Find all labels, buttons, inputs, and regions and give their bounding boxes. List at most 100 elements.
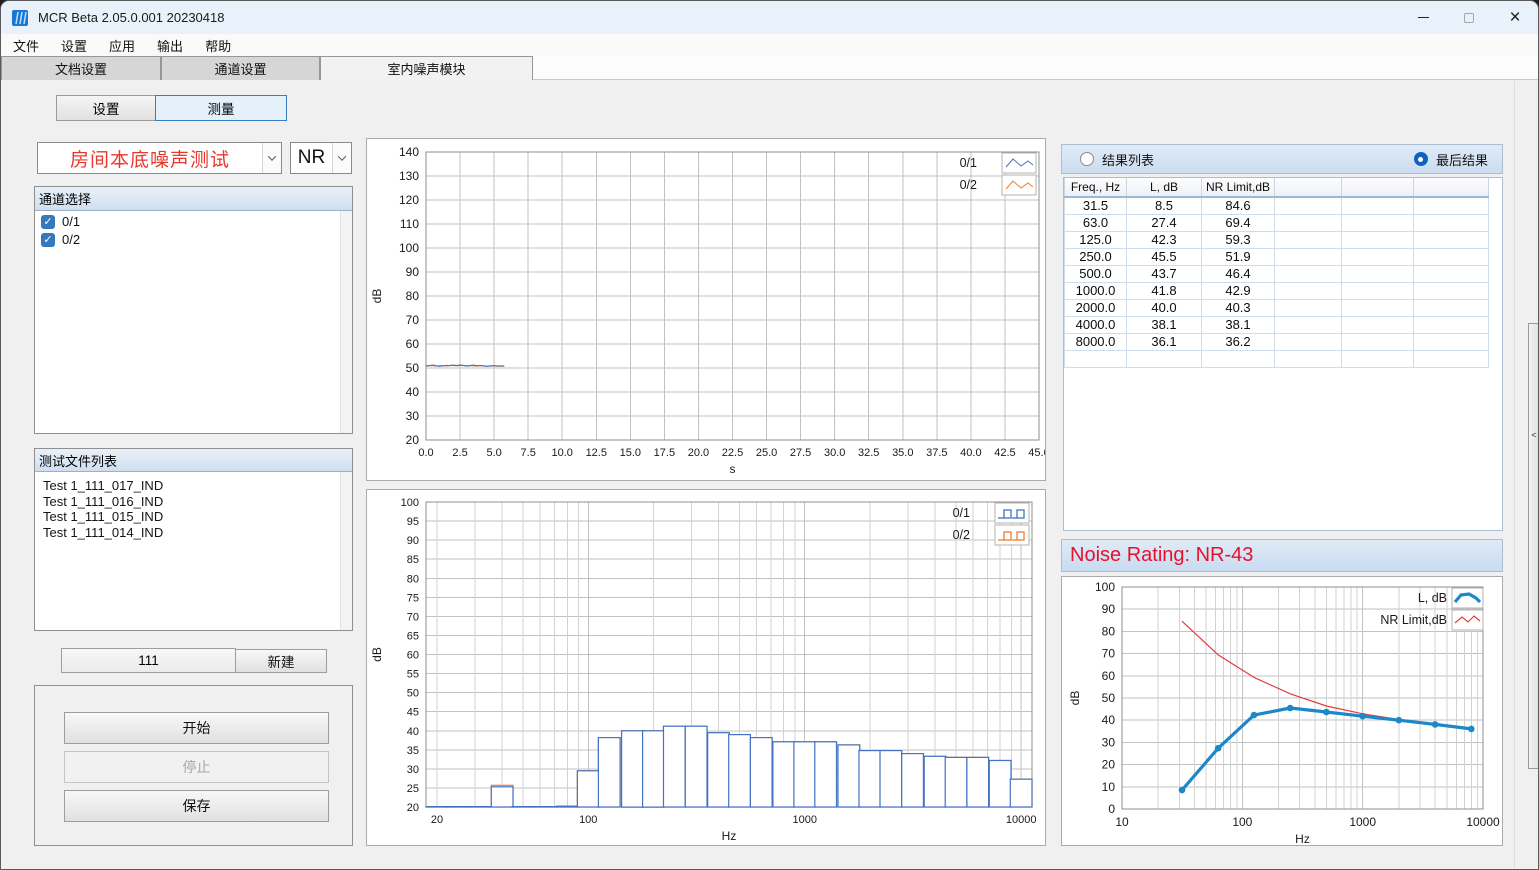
table-cell xyxy=(1342,299,1414,316)
table-cell xyxy=(1275,316,1342,333)
app-icon xyxy=(11,9,29,27)
channel-row-0-1[interactable]: ✓0/1 xyxy=(35,211,352,229)
channel-selection-header: 通道选择 xyxy=(35,187,352,211)
table-cell xyxy=(1414,197,1489,214)
noise-rating-banner: Noise Rating: NR-43 xyxy=(1061,539,1503,572)
new-file-button[interactable]: 新建 xyxy=(235,649,327,673)
test-type-dropdown-button[interactable] xyxy=(262,143,281,173)
svg-text:L, dB: L, dB xyxy=(1418,591,1447,605)
result-list-radio[interactable] xyxy=(1080,152,1094,166)
maximize-icon xyxy=(1464,13,1474,23)
file-list-item[interactable]: Test 1_111_015_IND xyxy=(35,509,352,525)
test-file-group: 测试文件列表 Test 1_111_017_INDTest 1_111_016_… xyxy=(34,448,353,631)
table-cell: 31.5 xyxy=(1065,197,1127,214)
close-button[interactable]: × xyxy=(1492,1,1538,34)
svg-text:37.5: 37.5 xyxy=(926,447,947,459)
maximize-button[interactable] xyxy=(1446,1,1492,34)
svg-text:80: 80 xyxy=(1102,624,1116,638)
menu-item-settings[interactable]: 设置 xyxy=(50,36,98,55)
minimize-button[interactable] xyxy=(1400,1,1446,34)
subtab-setup[interactable]: 设置 xyxy=(56,95,156,121)
minimize-icon xyxy=(1418,17,1429,19)
table-cell xyxy=(1275,248,1342,265)
table-cell: 36.1 xyxy=(1127,333,1202,350)
svg-text:27.5: 27.5 xyxy=(790,447,811,459)
tab-channel-settings[interactable]: 通道设置 xyxy=(161,56,320,80)
table-cell xyxy=(1414,248,1489,265)
svg-text:0/2: 0/2 xyxy=(953,528,970,542)
file-list-item[interactable]: Test 1_111_017_IND xyxy=(35,478,352,494)
table-row: 125.042.359.3 xyxy=(1065,231,1489,248)
svg-text:100: 100 xyxy=(579,814,597,826)
results-col-header: L, dB xyxy=(1127,178,1202,197)
rating-dropdown-button[interactable] xyxy=(332,143,351,173)
table-cell: 1000.0 xyxy=(1065,282,1127,299)
noise-rating-text: Noise Rating: NR-43 xyxy=(1070,544,1253,567)
results-col-header xyxy=(1275,178,1342,197)
svg-text:60: 60 xyxy=(1102,669,1116,683)
table-cell xyxy=(1342,265,1414,282)
table-cell xyxy=(1342,248,1414,265)
svg-text:90: 90 xyxy=(1102,602,1116,616)
svg-text:30: 30 xyxy=(406,409,420,423)
channel-row-0-2[interactable]: ✓0/2 xyxy=(35,229,352,247)
main-tabbar: 文档设置通道设置室内噪声模块 xyxy=(1,56,1538,80)
file-list-item[interactable]: Test 1_111_014_IND xyxy=(35,525,352,541)
file-list-scrollbar[interactable] xyxy=(340,472,352,630)
svg-text:100: 100 xyxy=(401,497,419,509)
result-list-radio-label: 结果列表 xyxy=(1102,150,1154,169)
channel-list: ✓0/1✓0/2 xyxy=(35,211,352,433)
svg-text:2.5: 2.5 xyxy=(452,447,467,459)
chevron-down-icon xyxy=(268,152,276,160)
nr-rating-chart: 010203040506070809010010100100010000dBHz… xyxy=(1062,577,1502,845)
svg-text:140: 140 xyxy=(399,145,419,159)
results-col-header xyxy=(1414,178,1489,197)
svg-text:10: 10 xyxy=(1102,780,1116,794)
table-cell xyxy=(1275,299,1342,316)
checkbox-icon[interactable]: ✓ xyxy=(41,215,55,229)
last-result-radio[interactable] xyxy=(1414,152,1428,166)
file-list-item[interactable]: Test 1_111_016_IND xyxy=(35,494,352,510)
svg-text:10.0: 10.0 xyxy=(552,447,573,459)
start-button[interactable]: 开始 xyxy=(64,712,329,744)
svg-text:60: 60 xyxy=(406,337,420,351)
new-file-button-label: 新建 xyxy=(268,651,295,671)
window-controls: × xyxy=(1400,1,1538,34)
subtab-measure[interactable]: 测量 xyxy=(155,95,287,121)
tab-document-settings[interactable]: 文档设置 xyxy=(1,56,161,80)
svg-text:90: 90 xyxy=(406,265,420,279)
table-row: 4000.038.138.1 xyxy=(1065,316,1489,333)
test-type-value: 房间本底噪声测试 xyxy=(38,143,262,173)
svg-text:5.0: 5.0 xyxy=(486,447,501,459)
result-mode-bar: 结果列表 最后结果 xyxy=(1061,144,1503,174)
svg-text:0: 0 xyxy=(1108,802,1115,816)
table-cell xyxy=(1414,265,1489,282)
window-title: MCR Beta 2.05.0.001 20230418 xyxy=(38,10,224,25)
menu-item-file[interactable]: 文件 xyxy=(2,36,50,55)
svg-text:50: 50 xyxy=(1102,691,1116,705)
rating-select[interactable]: NR xyxy=(290,142,352,174)
results-col-header xyxy=(1342,178,1414,197)
test-type-select[interactable]: 房间本底噪声测试 xyxy=(37,142,282,174)
tab-indoor-noise-module[interactable]: 室内噪声模块 xyxy=(320,56,533,80)
stop-button[interactable]: 停止 xyxy=(64,751,329,783)
svg-text:20: 20 xyxy=(406,433,420,447)
menu-item-application[interactable]: 应用 xyxy=(98,36,146,55)
menu-item-output[interactable]: 输出 xyxy=(146,36,194,55)
svg-text:75: 75 xyxy=(407,592,419,604)
collapse-panel-handle[interactable]: < xyxy=(1528,323,1539,769)
table-cell xyxy=(1342,197,1414,214)
table-cell xyxy=(1127,350,1202,367)
file-name-input[interactable] xyxy=(61,648,236,673)
channel-list-scrollbar[interactable] xyxy=(340,211,352,433)
checkbox-icon[interactable]: ✓ xyxy=(41,233,55,247)
svg-text:80: 80 xyxy=(406,289,420,303)
svg-text:40: 40 xyxy=(1102,713,1116,727)
save-button[interactable]: 保存 xyxy=(64,790,329,822)
table-cell: 41.8 xyxy=(1127,282,1202,299)
svg-text:17.5: 17.5 xyxy=(654,447,675,459)
svg-text:55: 55 xyxy=(407,669,419,681)
table-cell xyxy=(1275,214,1342,231)
svg-text:s: s xyxy=(730,462,736,476)
menu-item-help[interactable]: 帮助 xyxy=(194,36,242,55)
